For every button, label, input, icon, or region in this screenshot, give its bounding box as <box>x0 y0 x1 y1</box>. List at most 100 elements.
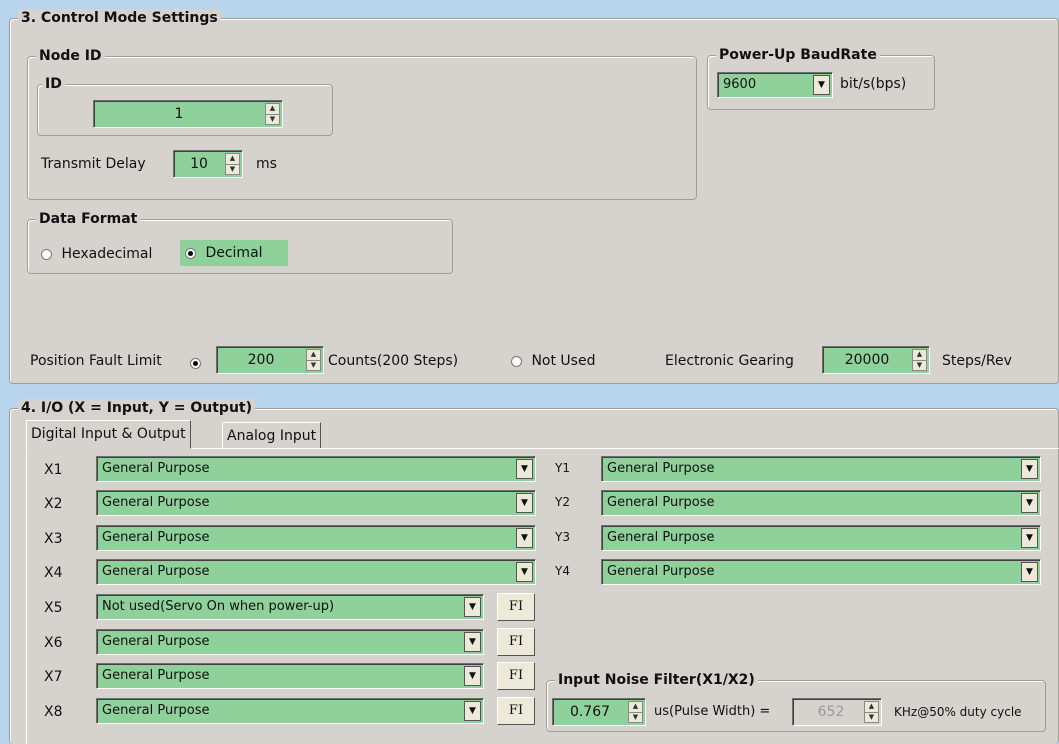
transmit-delay-spin-buttons[interactable]: ▲ ▼ <box>225 153 240 175</box>
spin-up-icon: ▲ <box>865 702 878 713</box>
fi-button-x6[interactable]: FI <box>497 628 535 656</box>
baudrate-select[interactable]: 9600 ▼ <box>717 72 833 98</box>
input-select-x5[interactable]: Not used(Servo On when power-up) ▼ <box>96 594 484 620</box>
electronic-gearing-label: Electronic Gearing <box>665 353 794 369</box>
not-used-radio-dot[interactable] <box>511 355 522 367</box>
electronic-gearing-spin-buttons[interactable]: ▲ ▼ <box>912 349 927 371</box>
pulse-width-spin-buttons[interactable]: ▲ ▼ <box>628 701 643 723</box>
transmit-delay-value: 10 <box>190 156 208 172</box>
input-select-value: General Purpose <box>102 564 210 579</box>
pulse-width-value: 0.767 <box>569 704 611 720</box>
input-select-x2[interactable]: General Purpose ▼ <box>96 490 536 516</box>
input-label-x3: X3 <box>44 531 63 547</box>
output-select-y4[interactable]: General Purpose ▼ <box>601 559 1041 585</box>
input-select-value: General Purpose <box>102 495 210 510</box>
baudrate-value: 9600 <box>723 77 757 92</box>
node-id-title: Node ID <box>36 47 105 65</box>
spin-up-icon[interactable]: ▲ <box>913 350 926 361</box>
input-select-x3[interactable]: General Purpose ▼ <box>96 525 536 551</box>
output-label-y2: Y2 <box>555 495 570 509</box>
data-format-title: Data Format <box>36 210 141 228</box>
input-select-value: General Purpose <box>102 703 210 718</box>
decimal-label: Decimal <box>205 245 263 261</box>
input-label-x1: X1 <box>44 462 63 478</box>
dropdown-arrow-icon[interactable]: ▼ <box>464 632 481 652</box>
output-select-y2[interactable]: General Purpose ▼ <box>601 490 1041 516</box>
khz-spin-buttons: ▲ ▼ <box>864 701 879 723</box>
io-title: 4. I/O (X = Input, Y = Output) <box>18 399 256 417</box>
output-label-y1: Y1 <box>555 461 570 475</box>
fi-button-x8[interactable]: FI <box>497 697 535 725</box>
dropdown-arrow-icon[interactable]: ▼ <box>516 459 533 479</box>
dropdown-arrow-icon[interactable]: ▼ <box>516 528 533 548</box>
not-used-label: Not Used <box>531 353 596 369</box>
khz-label: KHz@50% duty cycle <box>894 705 1022 719</box>
output-select-value: General Purpose <box>607 564 715 579</box>
spin-down-icon[interactable]: ▼ <box>307 361 320 371</box>
spin-up-icon[interactable]: ▲ <box>307 350 320 361</box>
electronic-gearing-spinner[interactable]: 20000 ▲ ▼ <box>822 346 930 374</box>
output-select-y3[interactable]: General Purpose ▼ <box>601 525 1041 551</box>
input-select-value: General Purpose <box>102 634 210 649</box>
input-label-x6: X6 <box>44 635 63 651</box>
input-label-x7: X7 <box>44 669 63 685</box>
hexadecimal-radio[interactable]: Hexadecimal <box>41 244 152 264</box>
dropdown-arrow-icon[interactable]: ▼ <box>1021 459 1038 479</box>
position-fault-spin-buttons[interactable]: ▲ ▼ <box>306 349 321 371</box>
pulse-width-spinner[interactable]: 0.767 ▲ ▼ <box>552 698 646 726</box>
hexadecimal-label: Hexadecimal <box>61 246 153 262</box>
dropdown-arrow-icon[interactable]: ▼ <box>464 701 481 721</box>
spin-up-icon[interactable]: ▲ <box>629 702 642 713</box>
baudrate-unit: bit/s(bps) <box>840 76 907 92</box>
spin-down-icon[interactable]: ▼ <box>629 713 642 723</box>
tab-analog-input[interactable]: Analog Input <box>222 422 322 448</box>
output-select-value: General Purpose <box>607 495 715 510</box>
spin-down-icon[interactable]: ▼ <box>226 165 239 175</box>
input-select-x7[interactable]: General Purpose ▼ <box>96 663 484 689</box>
input-label-x8: X8 <box>44 704 63 720</box>
dropdown-arrow-icon[interactable]: ▼ <box>1021 528 1038 548</box>
tab-digital-input-output[interactable]: Digital Input & Output <box>26 420 191 449</box>
output-label-y4: Y4 <box>555 564 570 578</box>
input-select-x8[interactable]: General Purpose ▼ <box>96 698 484 724</box>
hexadecimal-radio-dot[interactable] <box>41 248 52 260</box>
dropdown-arrow-icon[interactable]: ▼ <box>464 666 481 686</box>
input-label-x5: X5 <box>44 600 63 616</box>
dropdown-arrow-icon[interactable]: ▼ <box>516 562 533 582</box>
node-id-spinner[interactable]: 1 ▲ ▼ <box>93 100 283 128</box>
dropdown-arrow-icon[interactable]: ▼ <box>813 75 830 95</box>
input-select-value: General Purpose <box>102 530 210 545</box>
electronic-gearing-unit: Steps/Rev <box>942 353 1012 369</box>
position-fault-limit-label: Position Fault Limit <box>30 353 162 369</box>
fi-button-x7[interactable]: FI <box>497 662 535 690</box>
spin-down-icon[interactable]: ▼ <box>266 115 279 125</box>
input-select-x4[interactable]: General Purpose ▼ <box>96 559 536 585</box>
input-select-value: General Purpose <box>102 461 210 476</box>
spin-down-icon: ▼ <box>868 712 875 721</box>
input-select-x6[interactable]: General Purpose ▼ <box>96 629 484 655</box>
dropdown-arrow-icon[interactable]: ▼ <box>1021 493 1038 513</box>
fi-button-x5[interactable]: FI <box>497 593 535 621</box>
position-fault-spinner[interactable]: 200 ▲ ▼ <box>216 346 324 374</box>
spin-up-icon[interactable]: ▲ <box>226 154 239 165</box>
input-select-value: General Purpose <box>102 668 210 683</box>
spin-up-icon[interactable]: ▲ <box>266 104 279 115</box>
not-used-radio[interactable]: Not Used <box>511 351 595 371</box>
input-select-value: Not used(Servo On when power-up) <box>102 599 335 614</box>
decimal-radio-dot[interactable] <box>185 247 196 259</box>
electronic-gearing-value: 20000 <box>844 352 890 368</box>
decimal-radio[interactable]: Decimal <box>180 240 288 266</box>
khz-spinner: 652 ▲ ▼ <box>792 698 882 726</box>
position-fault-value: 200 <box>247 352 275 368</box>
transmit-delay-spinner[interactable]: 10 ▲ ▼ <box>173 150 243 178</box>
spin-down-icon[interactable]: ▼ <box>913 361 926 371</box>
dropdown-arrow-icon[interactable]: ▼ <box>464 597 481 617</box>
transmit-delay-label: Transmit Delay <box>41 156 146 172</box>
output-select-value: General Purpose <box>607 461 715 476</box>
output-select-y1[interactable]: General Purpose ▼ <box>601 456 1041 482</box>
dropdown-arrow-icon[interactable]: ▼ <box>516 493 533 513</box>
position-fault-counts-radio[interactable] <box>190 357 201 369</box>
node-id-spin-buttons[interactable]: ▲ ▼ <box>265 103 280 125</box>
input-select-x1[interactable]: General Purpose ▼ <box>96 456 536 482</box>
dropdown-arrow-icon[interactable]: ▼ <box>1021 562 1038 582</box>
